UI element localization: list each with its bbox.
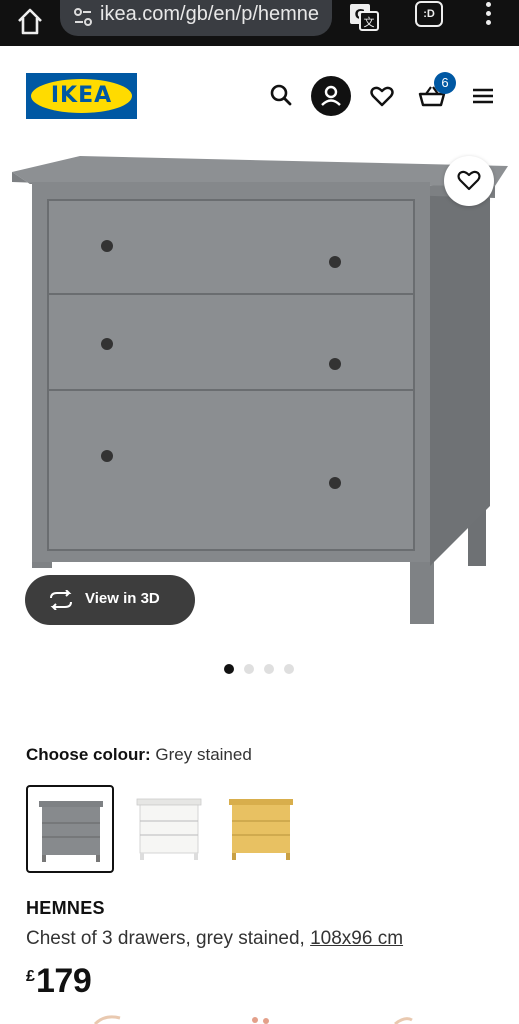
site-header: IKEA 6 <box>0 46 519 146</box>
product-description: Chest of 3 drawers, grey stained, 108x96… <box>26 928 403 950</box>
white-chest-thumbnail <box>136 798 202 860</box>
carousel-dot[interactable] <box>284 664 294 674</box>
product-image[interactable] <box>0 146 519 646</box>
home-icon[interactable] <box>14 7 46 37</box>
carousel-dot[interactable] <box>264 664 274 674</box>
heart-icon <box>457 170 481 191</box>
image-carousel-dots <box>224 664 304 676</box>
colour-chooser-heading: Choose colour: Grey stained <box>26 745 252 765</box>
logo-text: IKEA <box>50 83 113 108</box>
price-currency: £ <box>26 968 35 985</box>
carousel-dot[interactable] <box>244 664 254 674</box>
colour-swatch-white[interactable] <box>126 785 214 873</box>
colour-value: Grey stained <box>155 745 252 764</box>
basket-count-badge: 6 <box>434 72 456 94</box>
carousel-dot[interactable] <box>224 664 234 674</box>
address-bar[interactable]: ikea.com/gb/en/p/hemne <box>60 0 332 36</box>
tab-switcher-button[interactable]: :D <box>415 1 443 27</box>
search-icon[interactable] <box>262 76 302 116</box>
more-options-icon[interactable] <box>478 0 498 28</box>
colour-label: Choose colour: <box>26 745 151 764</box>
grey-chest-thumbnail <box>39 801 103 862</box>
ikea-logo[interactable]: IKEA <box>26 73 137 119</box>
yellow-chest-thumbnail <box>229 799 293 860</box>
rotate-3d-icon <box>47 589 75 611</box>
colour-swatch-yellow[interactable] <box>218 785 306 873</box>
heart-icon[interactable] <box>362 76 402 116</box>
next-section-peek <box>90 1010 420 1024</box>
add-to-wishlist-button[interactable] <box>444 156 494 206</box>
view-in-3d-button[interactable]: View in 3D <box>25 575 195 625</box>
view-in-3d-label: View in 3D <box>85 590 160 607</box>
browser-toolbar: ikea.com/gb/en/p/hemne G 文 :D <box>0 0 519 46</box>
price-amount: 179 <box>36 962 92 1000</box>
product-description-text: Chest of 3 drawers, grey stained, <box>26 928 311 949</box>
site-settings-icon[interactable] <box>72 6 94 28</box>
hamburger-menu-icon[interactable] <box>463 76 503 116</box>
account-icon[interactable] <box>311 76 351 116</box>
translate-icon[interactable]: G 文 <box>348 2 380 32</box>
product-name: HEMNES <box>26 898 105 918</box>
svg-text:文: 文 <box>364 15 375 29</box>
url-text[interactable]: ikea.com/gb/en/p/hemne <box>100 3 326 26</box>
colour-swatch-grey[interactable] <box>26 785 114 873</box>
product-size-link[interactable]: 108x96 cm <box>310 928 403 949</box>
